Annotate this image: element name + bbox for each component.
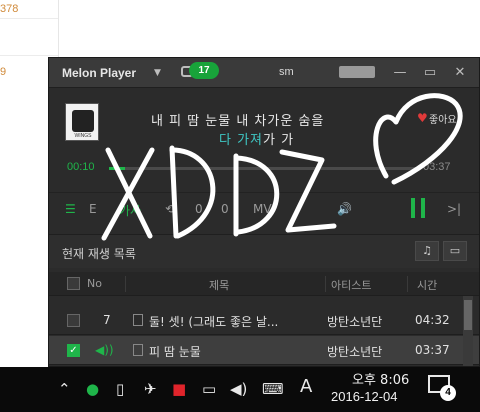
time-current: 00:10 [67, 161, 95, 173]
playlist-scrollbar[interactable] [463, 296, 473, 366]
notification-badge[interactable]: 17 [189, 62, 219, 79]
close-button[interactable]: ✕ [451, 64, 469, 82]
volume-icon[interactable]: 🔊 [337, 202, 352, 216]
pause-button[interactable] [409, 198, 429, 218]
shuffle-label[interactable]: 0 [221, 202, 229, 216]
column-divider [125, 276, 126, 292]
lyric-line-next: 다 가져가 가 [219, 129, 294, 148]
column-divider [325, 276, 326, 292]
album-art[interactable]: WINGS [65, 103, 99, 141]
title-bar[interactable]: Melon Player ▼ 17 sm — ▭ ✕ [49, 58, 479, 88]
select-all-checkbox[interactable] [67, 277, 80, 290]
mcafee-icon[interactable]: ■ [172, 380, 186, 398]
like-button[interactable]: 좋아요 [429, 111, 457, 126]
battery-icon[interactable]: ▭ [202, 380, 216, 398]
background-number: 378 [0, 3, 19, 15]
row-time: 04:32 [415, 313, 450, 327]
song-info-icon[interactable] [133, 314, 143, 326]
album-logo-icon [72, 110, 94, 132]
row-checkbox-checked[interactable]: ✓ [67, 344, 80, 357]
background-row-divider [0, 18, 58, 19]
playlist-row[interactable]: 7 둘! 셋! (그래도 좋은 날... 방탄소년단 04:32 [49, 306, 479, 335]
playlist-header: 현재 재생 목록 ♫ ▭ [49, 234, 479, 268]
usb-icon[interactable]: ▯ [116, 380, 124, 398]
maximize-button[interactable]: ▭ [421, 64, 439, 82]
now-playing-speaker-icon: ◀)) [95, 343, 114, 357]
progress-bar[interactable] [109, 167, 419, 170]
minimize-button[interactable]: — [391, 64, 409, 82]
airplane-icon[interactable]: ✈ [144, 380, 157, 398]
column-artist[interactable]: 아티스트 [331, 277, 371, 293]
album-label: WINGS [74, 133, 92, 139]
playlist-title: 현재 재생 목록 [62, 247, 136, 261]
next-button[interactable]: >| [447, 202, 461, 216]
mv-button[interactable]: MV [253, 202, 272, 216]
playlist-column-header: No 제목 아티스트 시간 [49, 272, 479, 296]
clock-time[interactable]: 오후 8:06 [352, 369, 409, 388]
tv-view-icon[interactable]: ▭ [443, 241, 467, 261]
repeat-icon[interactable]: ⟲ [165, 202, 175, 216]
melon-player-window: Melon Player ▼ 17 sm — ▭ ✕ WINGS 내 피 땀 눈… [48, 57, 480, 367]
column-title[interactable]: 제목 [209, 277, 229, 293]
column-divider [407, 276, 408, 292]
column-no[interactable]: No [87, 277, 102, 290]
chevron-up-icon[interactable]: ⌃ [58, 380, 71, 398]
column-time[interactable]: 시간 [417, 277, 437, 293]
eq-button[interactable]: E [89, 202, 97, 216]
lyric-rest: 가 가 [263, 133, 295, 148]
row-time: 03:37 [415, 343, 450, 357]
lyric-highlight: 다 가져 [219, 133, 264, 148]
clock-date[interactable]: 2016-12-04 [331, 389, 398, 404]
lyric-line-current: 내 피 땀 눈물 내 차가운 숨을 [151, 114, 325, 129]
pause-icon [411, 198, 415, 218]
keyboard-icon[interactable]: ⌨ [262, 380, 284, 398]
progress-fill [109, 167, 125, 170]
playlist-row-playing[interactable]: ✓ ◀)) 피 땀 눈물 방탄소년단 03:37 [49, 336, 479, 365]
row-artist[interactable]: 방탄소년단 [327, 313, 382, 330]
user-name-redacted [339, 66, 375, 78]
app-title: Melon Player [62, 66, 137, 80]
lyrics-button[interactable]: 가사 [119, 202, 141, 219]
scrollbar-thumb[interactable] [464, 300, 472, 330]
song-info-icon[interactable] [133, 344, 143, 356]
row-checkbox[interactable] [67, 314, 80, 327]
background-number: 9 [0, 66, 7, 78]
repeat-label: 0 [195, 202, 203, 216]
menu-caret-icon[interactable]: ▼ [154, 68, 161, 78]
background-row-divider [0, 55, 58, 56]
time-total: 03:37 [423, 161, 451, 173]
user-name[interactable]: sm [279, 66, 294, 78]
row-title: 둘! 셋! (그래도 좋은 날... [149, 315, 279, 329]
row-number: 7 [103, 313, 111, 327]
heart-icon[interactable]: ♥ [417, 111, 428, 125]
row-title: 피 땀 눈물 [149, 345, 201, 359]
pause-icon [421, 198, 425, 218]
row-artist[interactable]: 방탄소년단 [327, 343, 382, 360]
speaker-icon[interactable]: ◀) [230, 380, 247, 398]
playlist-menu-icon[interactable]: ☰ [65, 202, 76, 216]
ime-icon[interactable]: A [300, 376, 312, 397]
app-circle-icon[interactable]: ● [86, 380, 99, 398]
action-center-count: 4 [440, 385, 456, 401]
music-list-view-icon[interactable]: ♫ [415, 241, 439, 261]
windows-taskbar: ⌃ ● ▯ ✈ ■ ▭ ◀) ⌨ A 오후 8:06 2016-12-04 4 [0, 367, 480, 412]
